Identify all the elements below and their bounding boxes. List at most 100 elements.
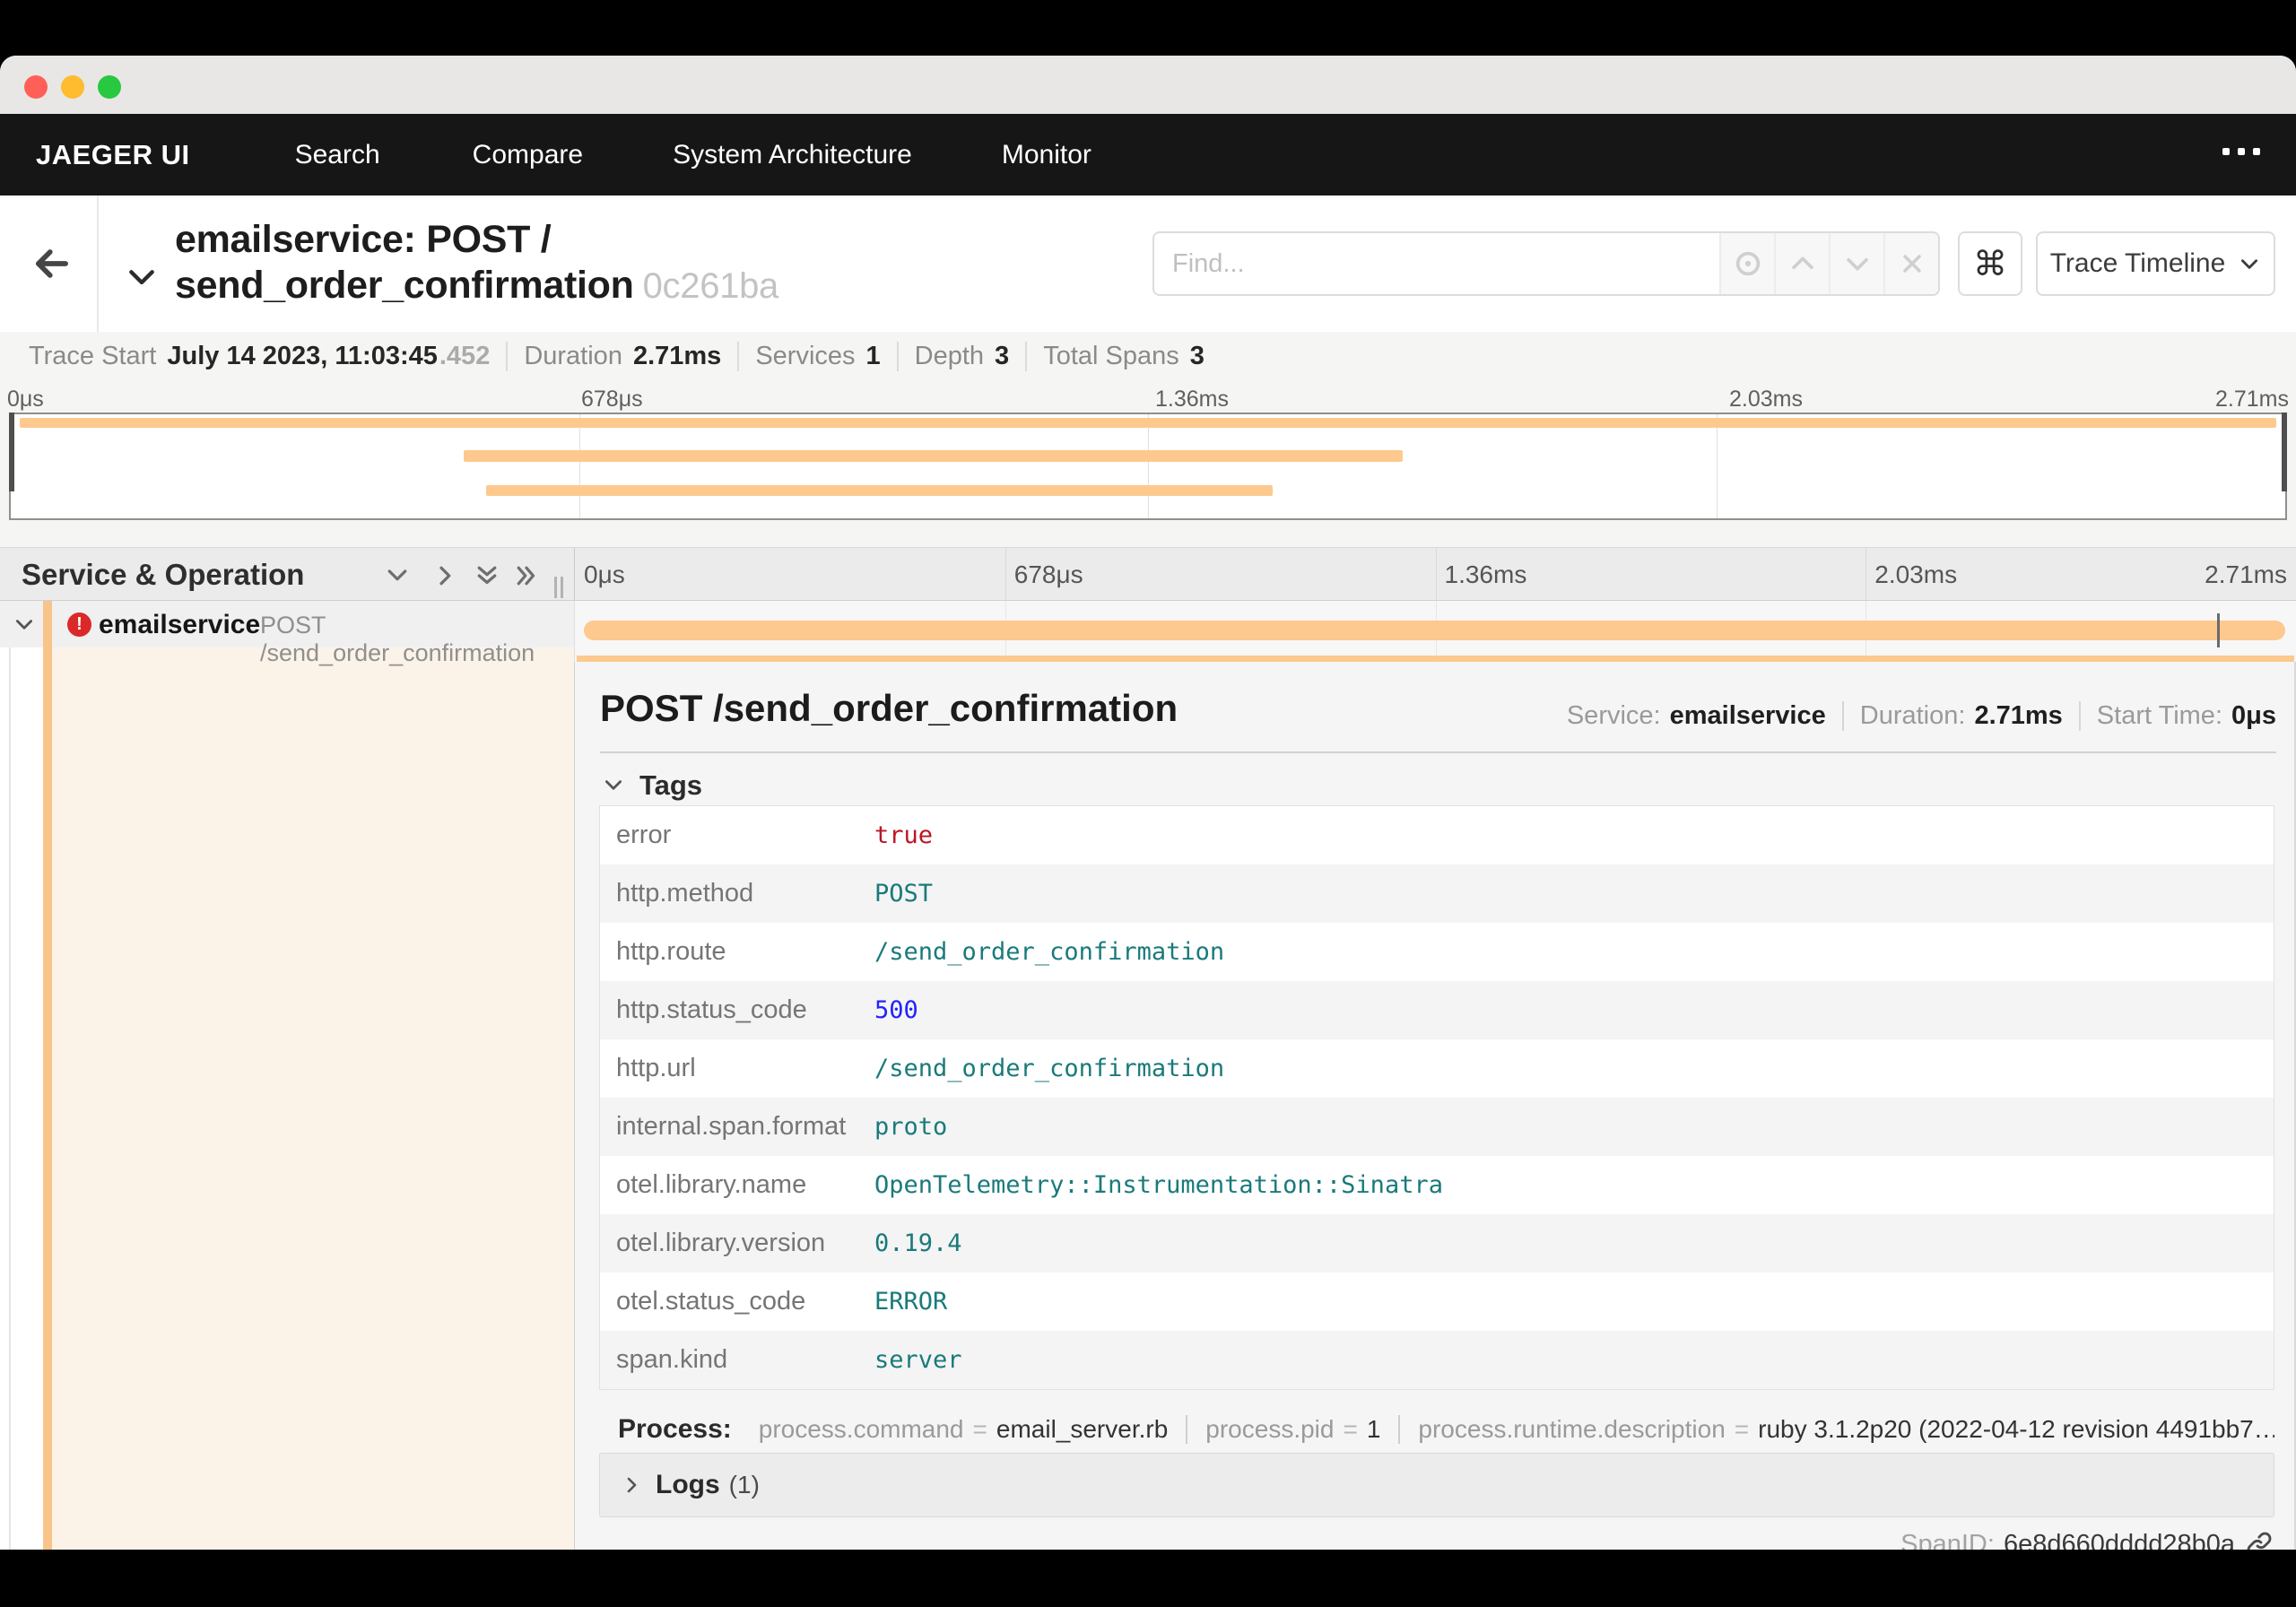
tick-label: 0μs bbox=[7, 387, 44, 412]
clear-find-icon[interactable] bbox=[1883, 233, 1938, 294]
span-detail-title: POST /send_order_confirmation bbox=[600, 687, 1178, 729]
tag-row: http.route/send_order_confirmation bbox=[616, 937, 1225, 966]
minimap-gridline bbox=[1717, 414, 1718, 518]
trace-id: 0c261ba bbox=[642, 266, 779, 306]
timeline-gridline bbox=[1004, 548, 1006, 600]
tick-label: 2.03ms bbox=[1729, 387, 1803, 412]
overflow-menu-icon[interactable] bbox=[2222, 148, 2260, 155]
tick-label: 2.71ms bbox=[2215, 387, 2289, 412]
find-next-icon[interactable] bbox=[1829, 233, 1883, 294]
back-arrow-icon[interactable] bbox=[29, 240, 75, 287]
tag-row: otel.library.name OpenTelemetry::Instrume… bbox=[616, 1170, 1443, 1199]
trace-title-line2: send_order_confirmation bbox=[175, 264, 634, 307]
tick-label: 1.36ms bbox=[1444, 560, 1527, 588]
logs-section-toggle[interactable]: Logs (1) bbox=[599, 1453, 2274, 1517]
keyboard-shortcuts-button[interactable]: ⌘ bbox=[1958, 231, 2022, 296]
nav-item-system-architecture[interactable]: System Architecture bbox=[673, 140, 912, 170]
tick-label: 2.71ms bbox=[2205, 560, 2287, 588]
span-row[interactable]: ! emailservice POST /send_order_confirma… bbox=[0, 601, 2296, 666]
tag-row: otel.status_code ERROR bbox=[616, 1287, 948, 1316]
timeline-gridline bbox=[1435, 548, 1437, 600]
detail-start-time-meta: Start Time: 0μs bbox=[2078, 701, 2276, 731]
tags-section-label: Tags bbox=[639, 769, 703, 801]
minimize-window-button[interactable] bbox=[61, 75, 84, 99]
detail-divider bbox=[600, 751, 2276, 753]
timeline-column-header: Service & Operation 0μs 678μs 1.36ms 2.0… bbox=[0, 547, 2296, 601]
tag-row: http.status_code 500 bbox=[600, 981, 2274, 1039]
nav-item-monitor[interactable]: Monitor bbox=[1002, 140, 1091, 170]
trace-view-selector[interactable]: Trace Timeline bbox=[2036, 231, 2275, 296]
detail-duration-meta: Duration: 2.71ms bbox=[1841, 701, 2079, 731]
expand-one-level-icon[interactable] bbox=[384, 562, 411, 589]
tag-row: span.kind server bbox=[600, 1331, 2274, 1389]
expand-all-icon[interactable] bbox=[474, 562, 500, 589]
depth-meta: Depth 3 bbox=[896, 342, 1026, 371]
minimap-left-scrubber[interactable] bbox=[9, 413, 14, 491]
tag-row: http.url/send_order_confirmation bbox=[616, 1054, 1225, 1082]
span-operation-name: POST /send_order_confirmation bbox=[260, 612, 535, 666]
trace-start-meta: Trace Start July 14 2023, 11:03:45 .452 bbox=[29, 342, 491, 370]
collapse-all-icon[interactable] bbox=[513, 562, 540, 589]
detail-service-meta: Service: emailservice bbox=[1566, 701, 1826, 730]
tag-row: internal.span.format proto bbox=[600, 1098, 2274, 1156]
service-operation-header: Service & Operation bbox=[22, 558, 305, 591]
process-pid-item: process.pid = 1 bbox=[1186, 1415, 1398, 1444]
duration-meta: Duration 2.71ms bbox=[506, 342, 737, 371]
find-prev-icon[interactable] bbox=[1774, 233, 1829, 294]
trace-title-line1: emailservice: POST / bbox=[175, 218, 552, 261]
indent-guide bbox=[9, 647, 11, 1550]
tag-row: otel.library.version 0.19.4 bbox=[600, 1214, 2274, 1273]
timeline-minimap: 0μs 678μs 1.36ms 2.03ms 2.71ms bbox=[0, 381, 2296, 547]
trace-view-selector-label: Trace Timeline bbox=[2049, 248, 2226, 278]
find-input[interactable] bbox=[1154, 233, 1719, 294]
chevron-down-icon bbox=[2241, 259, 2258, 269]
screen: JAEGER UI Search Compare System Architec… bbox=[0, 0, 2296, 1607]
top-navbar: JAEGER UI Search Compare System Architec… bbox=[0, 114, 2296, 195]
minimap-tick-labels: 0μs 678μs 1.36ms 2.03ms 2.71ms bbox=[0, 387, 2296, 413]
trace-title: emailservice: POST / send_order_confirma… bbox=[175, 217, 778, 309]
collapse-children-chevron-icon[interactable] bbox=[13, 613, 36, 637]
maximize-window-button[interactable] bbox=[98, 75, 121, 99]
tick-label: 1.36ms bbox=[1155, 387, 1229, 412]
span-accent-stripe bbox=[43, 601, 52, 647]
span-id-value: 6e8d660dddd28b0a bbox=[2003, 1529, 2235, 1551]
collapse-trace-chevron-icon[interactable] bbox=[124, 260, 160, 296]
span-detail-panel: POST /send_order_confirmation Service: e… bbox=[574, 662, 2296, 1550]
process-runtime-item: process.runtime.description = ruby 3.1.2… bbox=[1398, 1415, 2274, 1444]
tag-row: error true bbox=[616, 821, 934, 849]
tag-row: http.method POST bbox=[600, 864, 2274, 923]
process-section-label: Process: bbox=[618, 1414, 732, 1444]
tick-label: 2.03ms bbox=[1874, 560, 1958, 588]
bottom-black-bar bbox=[0, 1550, 2296, 1607]
logs-count: (1) bbox=[728, 1471, 760, 1498]
deep-link-icon[interactable] bbox=[2244, 1529, 2274, 1550]
span-id-label: SpanID: bbox=[1900, 1529, 1995, 1551]
locate-span-icon[interactable] bbox=[1719, 233, 1774, 294]
app-logo[interactable]: JAEGER UI bbox=[36, 139, 190, 171]
services-meta: Services 1 bbox=[737, 342, 896, 371]
process-command-item: process.command = email_server.rb bbox=[758, 1415, 1169, 1443]
span-service-name: emailservice bbox=[99, 610, 261, 639]
minimap-span-bar bbox=[463, 450, 1404, 462]
header-divider bbox=[97, 195, 99, 332]
close-window-button[interactable] bbox=[24, 75, 48, 99]
minimap-right-scrubber[interactable] bbox=[2282, 413, 2287, 491]
window-titlebar bbox=[0, 56, 2296, 114]
collapse-one-level-icon[interactable] bbox=[432, 562, 459, 589]
process-section-toggle[interactable]: Process: process.command = email_server.… bbox=[602, 1412, 2274, 1447]
minimap-span-bar bbox=[20, 418, 2276, 428]
span-detail-meta: Service: emailservice Duration: 2.71ms S… bbox=[1551, 701, 2276, 731]
span-row-name-column[interactable]: ! emailservice POST /send_order_confirma… bbox=[0, 601, 574, 666]
total-spans-meta: Total Spans 3 bbox=[1025, 342, 1221, 371]
minimap-viewport[interactable] bbox=[9, 413, 2287, 520]
nav-item-search[interactable]: Search bbox=[295, 140, 380, 170]
column-resize-handle[interactable] bbox=[554, 577, 563, 598]
chevron-down-icon bbox=[605, 780, 622, 790]
tags-section-toggle[interactable]: Tags bbox=[602, 769, 702, 802]
app-window: JAEGER UI Search Compare System Architec… bbox=[0, 56, 2296, 1550]
span-id-row: SpanID: 6e8d660dddd28b0a bbox=[1900, 1524, 2274, 1550]
tick-label: 678μs bbox=[1013, 560, 1083, 588]
nav-item-compare[interactable]: Compare bbox=[473, 140, 583, 170]
minimap-gridline bbox=[1148, 414, 1149, 518]
tick-label: 0μs bbox=[584, 560, 625, 588]
